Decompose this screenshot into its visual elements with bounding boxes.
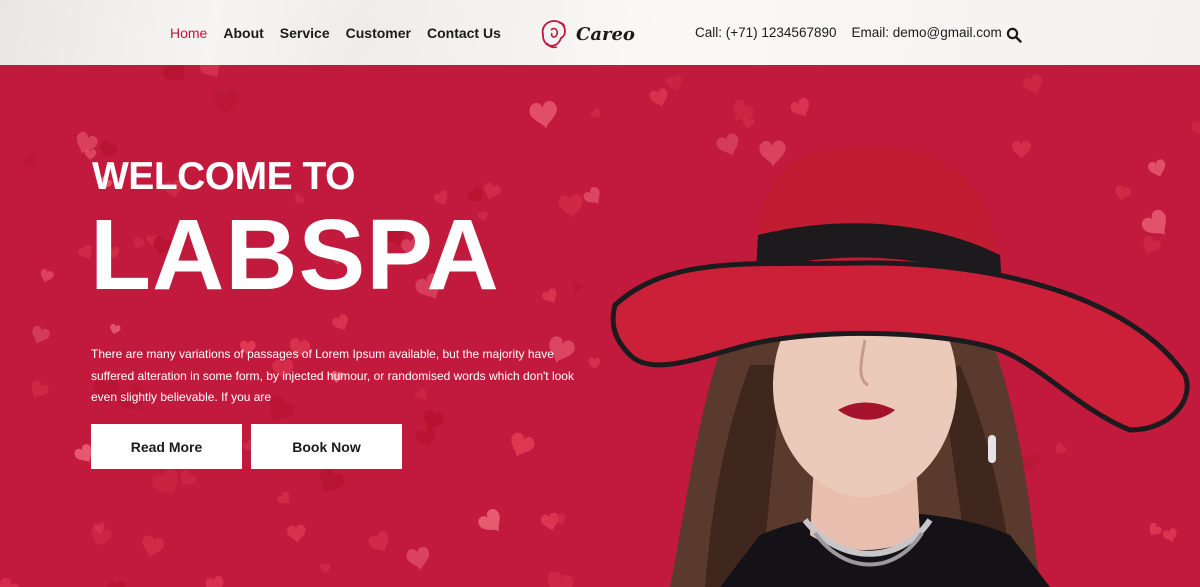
heart-decoration: [320, 467, 345, 494]
brand-name: Careo: [576, 23, 635, 45]
heart-decoration: [547, 571, 574, 587]
heart-decoration: [40, 268, 54, 283]
model-photo: [610, 146, 1190, 587]
heart-decoration: [511, 432, 535, 458]
heart-decoration: [478, 509, 500, 532]
heart-decoration: [332, 314, 348, 331]
heart-decoration: [542, 288, 557, 304]
nav-link-contact-us[interactable]: Contact Us: [427, 25, 501, 41]
heart-decoration: [110, 323, 121, 335]
nav-link-home[interactable]: Home: [170, 25, 207, 41]
contact-call[interactable]: Call: (+71) 1234567890: [695, 25, 836, 40]
heart-decoration: [277, 491, 290, 505]
heart-decoration: [199, 65, 220, 78]
heart-decoration: [590, 108, 600, 119]
heart-decoration: [558, 194, 583, 219]
hero-title: LABSPA: [90, 199, 500, 311]
heart-decoration: [572, 282, 583, 293]
read-more-button[interactable]: Read More: [91, 424, 242, 469]
heart-decoration: [163, 65, 185, 83]
heart-decoration: [23, 152, 38, 168]
brand-logo[interactable]: Careo: [537, 17, 635, 51]
contact-email[interactable]: Email: demo@gmail.com: [851, 25, 1001, 40]
heart-decoration: [31, 380, 49, 399]
heart-decoration: [287, 524, 306, 544]
contact-info: Call: (+71) 1234567890 Email: demo@gmail…: [695, 0, 1017, 65]
nav-link-about[interactable]: About: [223, 25, 263, 41]
heart-decoration: [406, 546, 430, 571]
top-navbar: Home About Service Customer Contact Us C…: [0, 0, 1200, 65]
heart-decoration: [152, 469, 178, 497]
nav-link-service[interactable]: Service: [280, 25, 330, 41]
book-now-button[interactable]: Book Now: [251, 424, 402, 469]
heart-decoration: [180, 470, 197, 487]
heart-decoration: [107, 581, 126, 587]
main-nav: Home About Service Customer Contact Us: [170, 0, 517, 65]
heart-decoration: [415, 427, 436, 449]
heart-decoration: [320, 563, 331, 574]
hero-subtitle: WELCOME TO: [92, 155, 355, 198]
heart-decoration: [583, 187, 600, 205]
heart-decoration: [32, 325, 50, 345]
heart-decoration: [212, 89, 239, 117]
search-icon[interactable]: [1006, 27, 1022, 43]
heart-decoration: [529, 101, 557, 130]
nav-link-customer[interactable]: Customer: [346, 25, 411, 41]
heart-decoration: [205, 576, 224, 587]
hero-description: There are many variations of passages of…: [91, 347, 574, 404]
heart-decoration: [0, 577, 20, 587]
woman-profile-icon: [541, 20, 566, 49]
heart-decoration: [142, 535, 165, 559]
heart-decoration: [368, 531, 389, 553]
